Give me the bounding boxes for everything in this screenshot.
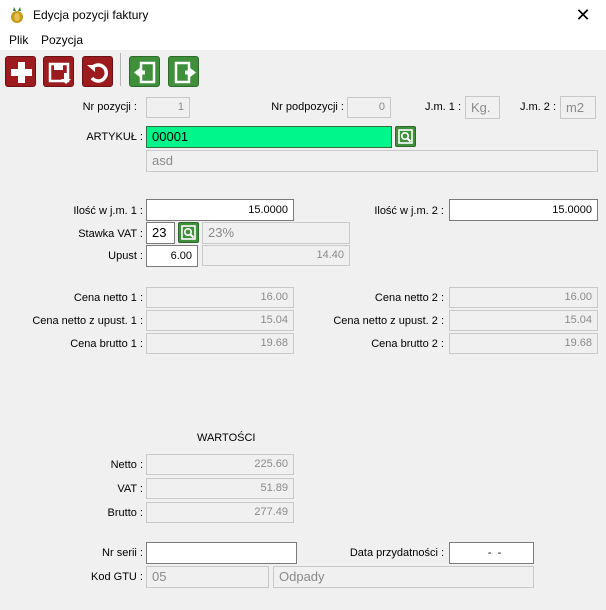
toolbar-separator (120, 53, 121, 86)
cena-netto-upust2-label: Cena netto z upust. 2 : (333, 315, 444, 327)
vat-search-button[interactable] (178, 222, 199, 243)
vat-label: Stawka VAT : (78, 228, 143, 240)
undo-button[interactable] (82, 56, 113, 87)
nr-podpozycji-label: Nr podpozycji : (271, 101, 344, 113)
ilosc2-label: Ilość w j.m. 2 : (374, 205, 444, 217)
nr-pozycji-label: Nr pozycji : (82, 101, 137, 113)
jm1-field: Kg. (465, 96, 500, 119)
cena-brutto2-label: Cena brutto 2 : (371, 338, 444, 350)
kod-gtu-field[interactable]: 05 (146, 566, 269, 588)
artykul-name-field: asd (146, 150, 598, 172)
window-title: Edycja pozycji faktury (33, 8, 149, 22)
ilosc1-input[interactable]: 15.0000 (146, 199, 294, 221)
ilosc2-input[interactable]: 15.0000 (449, 199, 598, 221)
artykul-label: ARTYKUŁ : (86, 131, 143, 143)
save-button[interactable] (43, 56, 74, 87)
cena-netto-upust2-field: 15.04 (449, 310, 598, 331)
cena-brutto1-label: Cena brutto 1 : (70, 338, 143, 350)
wartosci-brutto-label: Brutto : (107, 507, 143, 519)
wartosci-netto-field: 225.60 (146, 454, 294, 475)
kod-gtu-desc-field: Odpady (273, 566, 534, 588)
cena-netto-upust1-label: Cena netto z upust. 1 : (32, 315, 143, 327)
search-icon (398, 129, 413, 144)
previous-button[interactable] (129, 56, 160, 87)
cena-brutto1-field: 19.68 (146, 333, 294, 354)
ilosc1-label: Ilość w j.m. 1 : (73, 205, 143, 217)
nr-serii-label: Nr serii : (102, 547, 143, 559)
cena-netto1-label: Cena netto 1 : (73, 292, 143, 304)
wartosci-vat-label: VAT : (117, 483, 143, 495)
app-icon (11, 7, 23, 23)
cena-netto2-label: Cena netto 2 : (374, 292, 444, 304)
menu-pozycja[interactable]: Pozycja (41, 33, 83, 47)
save-icon (48, 62, 71, 84)
vat-desc-field: 23% (202, 222, 350, 244)
menu-plik[interactable]: Plik (9, 33, 28, 47)
add-icon (11, 62, 32, 83)
nr-pozycji-field: 1 (146, 97, 190, 118)
next-button[interactable] (168, 56, 199, 87)
cena-netto1-field: 16.00 (146, 287, 294, 308)
artykul-code-input[interactable]: 00001 (146, 126, 392, 148)
wartosci-heading: WARTOŚCI (197, 432, 256, 444)
data-przydatnosci-input[interactable]: - - (449, 542, 534, 564)
wartosci-netto-label: Netto : (110, 459, 143, 471)
close-button[interactable]: ✕ (560, 0, 606, 30)
cena-brutto2-field: 19.68 (449, 333, 598, 354)
data-przydatnosci-label: Data przydatności : (349, 547, 444, 559)
nr-podpozycji-field: 0 (347, 97, 391, 118)
upust-amount-field: 14.40 (202, 245, 350, 266)
kod-gtu-label: Kod GTU : (91, 571, 143, 583)
wartosci-brutto-field: 277.49 (146, 502, 294, 523)
next-icon (174, 61, 196, 84)
wartosci-vat-field: 51.89 (146, 478, 294, 499)
add-button[interactable] (5, 56, 36, 87)
cena-netto-upust1-field: 15.04 (146, 310, 294, 331)
jm1-label: J.m. 1 : (424, 101, 461, 113)
menu-bar: Plik Pozycja (0, 30, 606, 50)
jm2-field: m2 (560, 96, 596, 119)
artykul-search-button[interactable] (395, 126, 416, 147)
vat-code-input[interactable]: 23 (146, 222, 175, 244)
title-bar: Edycja pozycji faktury ✕ (0, 0, 606, 30)
jm2-label: J.m. 2 : (519, 101, 556, 113)
search-icon (181, 225, 196, 240)
upust-label: Upust : (108, 250, 143, 262)
nr-serii-input[interactable] (146, 542, 297, 564)
cena-netto2-field: 16.00 (449, 287, 598, 308)
previous-icon (134, 61, 156, 84)
undo-icon (87, 63, 108, 83)
upust-input[interactable]: 6.00 (146, 245, 198, 267)
